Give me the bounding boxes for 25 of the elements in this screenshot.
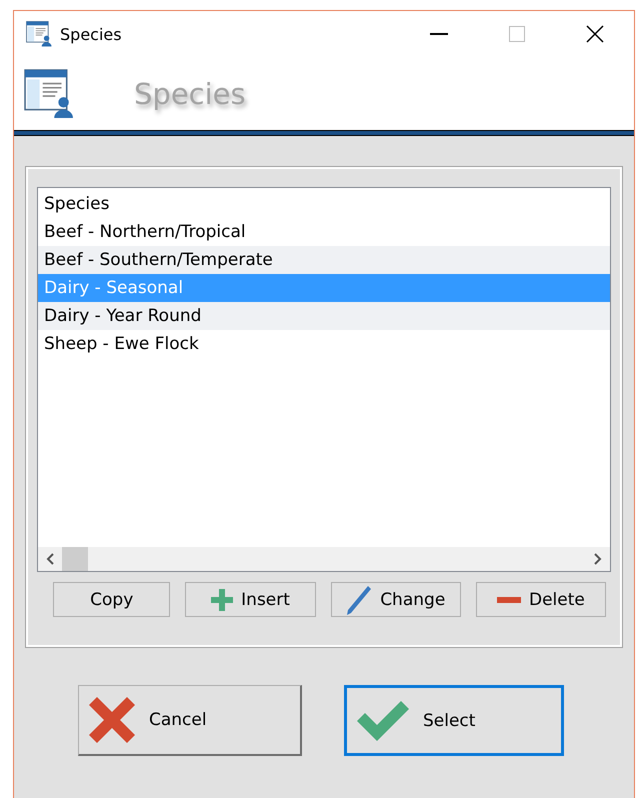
horizontal-scrollbar[interactable] — [38, 547, 610, 571]
minimize-icon[interactable] — [430, 33, 448, 35]
minus-icon — [496, 596, 521, 602]
maximize-icon[interactable] — [509, 26, 525, 42]
select-button[interactable]: Select — [344, 685, 564, 756]
cross-icon — [89, 697, 135, 743]
column-header: Species — [43, 193, 110, 216]
change-button[interactable]: Change — [330, 582, 461, 617]
insert-button[interactable]: Insert — [185, 582, 316, 617]
list-row[interactable]: Dairy - Year Round — [38, 302, 610, 330]
delete-button[interactable]: Delete — [476, 582, 606, 617]
list-row[interactable]: Beef - Southern/Temperate — [38, 246, 610, 274]
scrollbar-thumb[interactable] — [62, 547, 88, 571]
list-row[interactable]: Beef - Northern/Tropical — [38, 218, 610, 246]
form-icon — [24, 69, 74, 119]
window-title: Species — [60, 24, 123, 44]
cancel-button[interactable]: Cancel — [78, 685, 302, 756]
list-row[interactable]: Sheep - Ewe Flock — [38, 330, 610, 358]
header-title: Species — [134, 77, 246, 111]
form-icon — [26, 21, 52, 47]
copy-button[interactable]: Copy — [53, 582, 170, 617]
check-icon — [357, 700, 409, 740]
plus-icon — [211, 588, 234, 610]
pencil-icon — [346, 584, 372, 614]
close-icon[interactable] — [586, 25, 604, 43]
